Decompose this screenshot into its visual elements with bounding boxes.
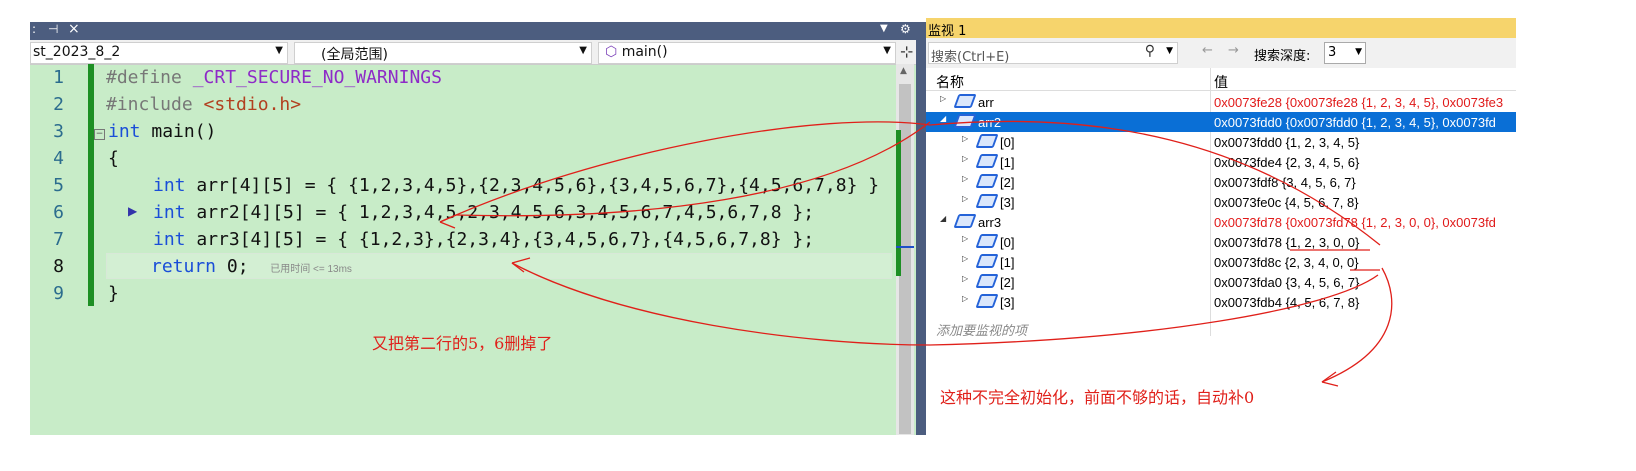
annotation-arrow — [929, 120, 1381, 246]
annotation-arrow — [1321, 267, 1393, 383]
annotation-arrow — [455, 121, 931, 217]
annotation-arrow — [439, 121, 931, 223]
annotation-arrow — [511, 257, 531, 273]
annotation-strokes — [439, 120, 1393, 387]
annotation-arrow — [511, 262, 1379, 346]
annotation-arrow — [439, 214, 457, 229]
